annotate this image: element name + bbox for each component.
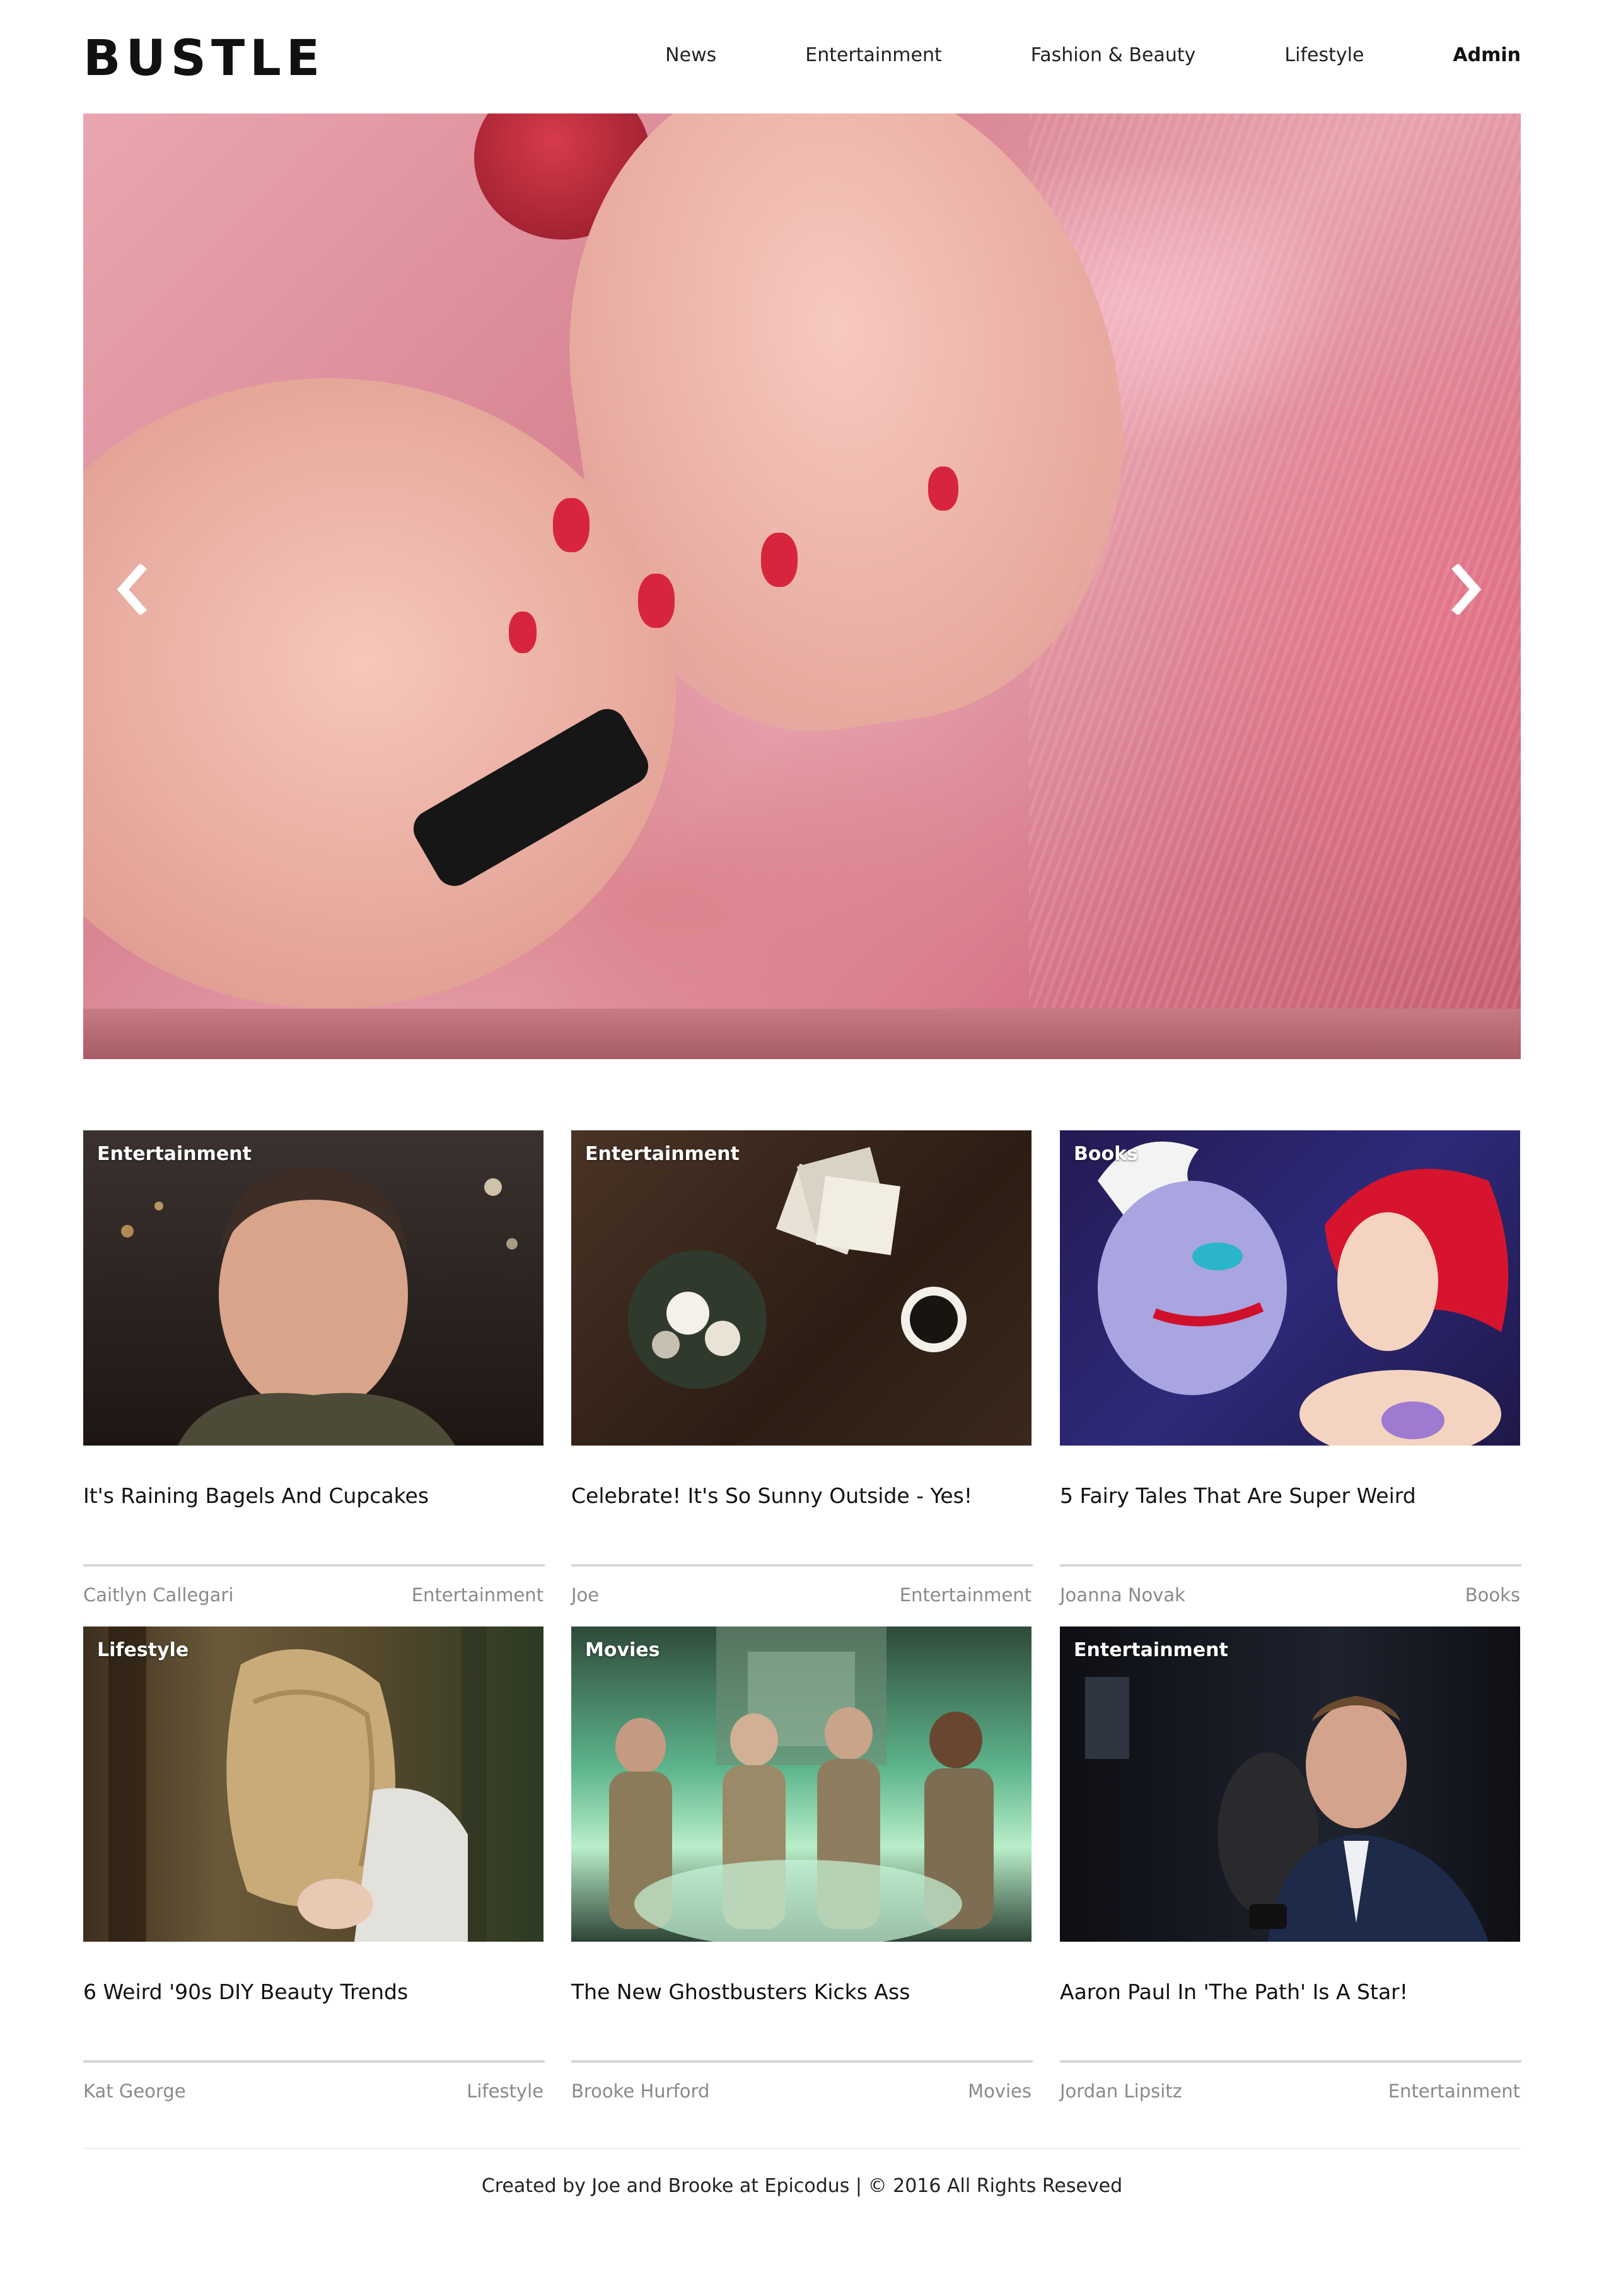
article-thumbnail[interactable] bbox=[571, 1626, 1032, 1942]
article-author: Joanna Novak bbox=[1060, 1584, 1185, 1606]
flowers-coffee-illustration bbox=[628, 1147, 967, 1389]
article-card[interactable]: Entertainment It's Raining Bagels And Cu… bbox=[83, 1130, 545, 1628]
article-author: Caitlyn Callegari bbox=[83, 1584, 234, 1606]
carousel-pillow-trim bbox=[83, 1009, 1521, 1059]
nav-admin[interactable]: Admin bbox=[1453, 44, 1521, 66]
category-badge: Entertainment bbox=[585, 1143, 740, 1165]
portrait-illustration bbox=[121, 1168, 518, 1446]
chevron-left-icon bbox=[117, 564, 147, 615]
nav-news[interactable]: News bbox=[665, 44, 716, 66]
hero-carousel[interactable] bbox=[83, 113, 1521, 1059]
article-thumbnail[interactable] bbox=[83, 1626, 543, 1942]
nail-2 bbox=[638, 574, 675, 628]
forest-hair-illustration bbox=[108, 1626, 487, 1942]
article-author: Joe bbox=[571, 1584, 600, 1606]
card-divider bbox=[83, 2060, 545, 2063]
card-divider bbox=[1060, 1564, 1521, 1567]
article-thumbnail[interactable] bbox=[1060, 1130, 1520, 1446]
category-badge: Lifestyle bbox=[97, 1639, 189, 1661]
site-footer: Created by Joe and Brooke at Epicodus | … bbox=[481, 2175, 1123, 2197]
site-header: BUSTLE News Entertainment Fashion & Beau… bbox=[83, 0, 1521, 113]
article-author: Brooke Hurford bbox=[571, 2080, 710, 2102]
nail-4 bbox=[928, 467, 958, 511]
red-carpet-illustration bbox=[1085, 1677, 1489, 1942]
article-thumbnail[interactable] bbox=[83, 1130, 543, 1446]
category-badge: Books bbox=[1074, 1143, 1138, 1165]
ghostbusters-illustration bbox=[609, 1626, 994, 1942]
nail-1 bbox=[553, 498, 590, 552]
card-divider bbox=[1060, 2060, 1521, 2063]
card-divider bbox=[571, 2060, 1033, 2063]
nav-entertainment[interactable]: Entertainment bbox=[805, 44, 941, 66]
carousel-prev-button[interactable] bbox=[110, 555, 154, 624]
article-title[interactable]: Celebrate! It's So Sunny Outside - Yes! bbox=[571, 1483, 972, 1508]
nail-3 bbox=[761, 533, 798, 587]
article-thumbnail[interactable] bbox=[1060, 1626, 1520, 1942]
card-divider bbox=[83, 1564, 545, 1567]
category-badge: Entertainment bbox=[1074, 1639, 1228, 1661]
site-logo[interactable]: BUSTLE bbox=[83, 30, 325, 87]
nail-5 bbox=[509, 612, 537, 653]
card-divider bbox=[571, 1564, 1033, 1567]
article-card[interactable]: Lifestyle 6 Weird '90s DIY Beauty Trends… bbox=[83, 1626, 545, 2125]
article-card[interactable]: Entertainment Aaron Paul In 'The Path' I… bbox=[1060, 1626, 1521, 2125]
article-thumbnail[interactable] bbox=[571, 1130, 1032, 1446]
article-card[interactable]: Movies The New Ghostbusters Kicks Ass Br… bbox=[571, 1626, 1033, 2125]
page: BUSTLE News Entertainment Fashion & Beau… bbox=[0, 0, 1604, 2296]
article-title[interactable]: 5 Fairy Tales That Are Super Weird bbox=[1060, 1483, 1416, 1508]
article-card[interactable]: Entertainment Celebrate! It's So Sunny O… bbox=[571, 1130, 1033, 1628]
article-card[interactable]: Books 5 Fairy Tales That Are Super Weird… bbox=[1060, 1130, 1521, 1628]
article-category[interactable]: Movies bbox=[968, 2080, 1032, 2102]
article-title[interactable]: The New Ghostbusters Kicks Ass bbox=[571, 1980, 910, 2004]
article-category[interactable]: Entertainment bbox=[412, 1584, 543, 1606]
article-category[interactable]: Lifestyle bbox=[467, 2080, 543, 2102]
article-title[interactable]: 6 Weird '90s DIY Beauty Trends bbox=[83, 1980, 408, 2004]
chevron-right-icon bbox=[1451, 564, 1482, 615]
article-title[interactable]: It's Raining Bagels And Cupcakes bbox=[83, 1483, 429, 1508]
article-category[interactable]: Entertainment bbox=[900, 1584, 1032, 1606]
article-author: Kat George bbox=[83, 2080, 186, 2102]
footer-divider bbox=[83, 2148, 1521, 2149]
nav-fashion-beauty[interactable]: Fashion & Beauty bbox=[1031, 44, 1196, 66]
article-author: Jordan Lipsitz bbox=[1060, 2080, 1182, 2102]
carousel-next-button[interactable] bbox=[1444, 555, 1488, 624]
article-category[interactable]: Entertainment bbox=[1388, 2080, 1520, 2102]
cartoon-illustration bbox=[1098, 1141, 1509, 1446]
nav-lifestyle[interactable]: Lifestyle bbox=[1284, 44, 1364, 66]
category-badge: Entertainment bbox=[97, 1143, 252, 1165]
main-nav: News Entertainment Fashion & Beauty Life… bbox=[576, 44, 1521, 66]
article-title[interactable]: Aaron Paul In 'The Path' Is A Star! bbox=[1060, 1980, 1408, 2004]
category-badge: Movies bbox=[585, 1639, 660, 1661]
article-category[interactable]: Books bbox=[1465, 1584, 1520, 1606]
